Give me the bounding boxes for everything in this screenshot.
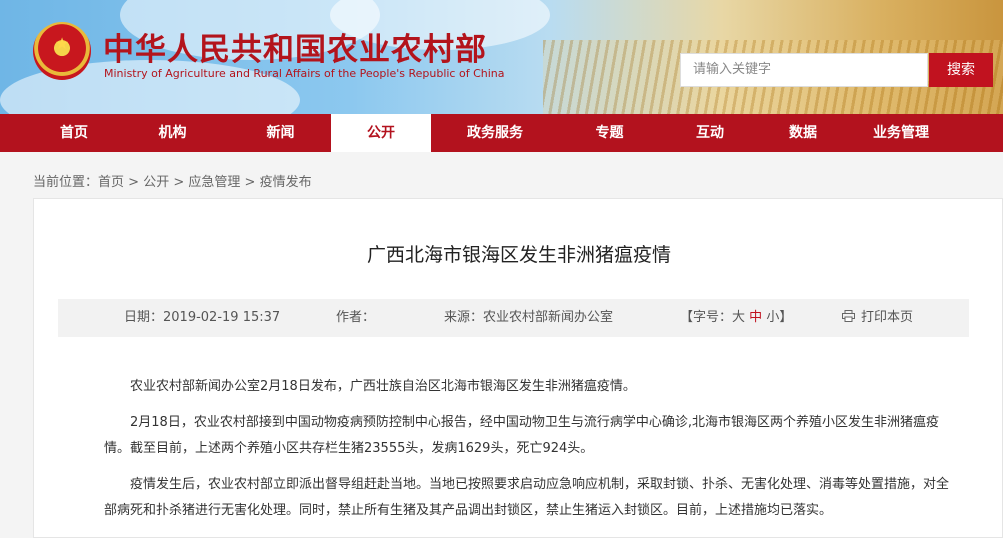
date-label: 日期： bbox=[124, 310, 164, 325]
meta-source: 来源：农业农村部新闻办公室 bbox=[444, 299, 613, 337]
nav-item-organization[interactable]: 机构 bbox=[115, 114, 230, 152]
nav-item-interaction[interactable]: 互动 bbox=[660, 114, 760, 152]
nav-item-data[interactable]: 数据 bbox=[760, 114, 846, 152]
article-meta-bar: 日期：2019-02-19 15:37 作者： 来源：农业农村部新闻办公室 【字… bbox=[58, 299, 969, 337]
breadcrumb: 当前位置：首页 > 公开 > 应急管理 > 疫情发布 bbox=[33, 171, 312, 190]
font-size-small[interactable]: 小 bbox=[766, 310, 779, 325]
breadcrumb-link-emergency[interactable]: 应急管理 bbox=[188, 175, 240, 190]
breadcrumb-separator: > bbox=[240, 175, 260, 190]
print-label: 打印本页 bbox=[861, 310, 914, 325]
site-header: ★ 中华人民共和国农业农村部 Ministry of Agriculture a… bbox=[0, 0, 1003, 114]
font-size-medium[interactable]: 中 bbox=[749, 310, 762, 325]
print-page-link[interactable]: 打印本页 bbox=[842, 299, 913, 337]
article-paragraph: 疫情发生后，农业农村部立即派出督导组赶赴当地。当地已按照要求启动应急响应机制，采… bbox=[104, 477, 950, 518]
main-nav: 首页 机构 新闻 公开 政务服务 专题 互动 数据 业务管理 bbox=[0, 114, 1003, 152]
meta-date: 日期：2019-02-19 15:37 bbox=[124, 299, 280, 337]
date-value: 2019-02-19 15:37 bbox=[163, 310, 281, 325]
nav-item-business-management[interactable]: 业务管理 bbox=[846, 114, 956, 152]
national-emblem-icon: ★ bbox=[33, 22, 91, 80]
article-panel: 广西北海市银海区发生非洲猪瘟疫情 日期：2019-02-19 15:37 作者：… bbox=[33, 198, 1003, 538]
search-input[interactable]: 请输入关键字 bbox=[680, 53, 928, 87]
font-size-close: 】 bbox=[779, 310, 793, 325]
breadcrumb-link-public[interactable]: 公开 bbox=[143, 175, 169, 190]
site-subtitle: Ministry of Agriculture and Rural Affair… bbox=[104, 67, 505, 80]
font-size-label: 【字号： bbox=[680, 310, 733, 325]
breadcrumb-link-epidemic[interactable]: 疫情发布 bbox=[260, 175, 312, 190]
site-title[interactable]: 中华人民共和国农业农村部 bbox=[103, 24, 487, 69]
article-paragraph: 2月18日，农业农村部接到中国动物疫病预防控制中心报告，经中国动物卫生与流行病学… bbox=[104, 415, 939, 456]
meta-author: 作者： bbox=[336, 299, 375, 337]
source-label: 来源： bbox=[444, 310, 484, 325]
breadcrumb-separator: > bbox=[124, 175, 144, 190]
author-label: 作者： bbox=[336, 310, 376, 325]
nav-item-government-services[interactable]: 政务服务 bbox=[431, 114, 559, 152]
source-value: 农业农村部新闻办公室 bbox=[483, 310, 614, 325]
article-title: 广西北海市银海区发生非洲猪瘟疫情 bbox=[366, 244, 671, 266]
breadcrumb-separator: > bbox=[169, 175, 189, 190]
font-size-control: 【字号：大 中 小】 bbox=[680, 299, 792, 337]
nav-item-public[interactable]: 公开 bbox=[331, 114, 431, 152]
nav-item-news[interactable]: 新闻 bbox=[230, 114, 331, 152]
printer-icon bbox=[842, 310, 855, 322]
font-size-large[interactable]: 大 bbox=[732, 310, 745, 325]
article-paragraph: 农业农村部新闻办公室2月18日发布，广西壮族自治区北海市银海区发生非洲猪瘟疫情。 bbox=[130, 379, 636, 394]
breadcrumb-link-home[interactable]: 首页 bbox=[98, 175, 124, 190]
search-button[interactable]: 搜索 bbox=[929, 53, 993, 87]
breadcrumb-prefix: 当前位置： bbox=[33, 175, 99, 190]
nav-item-topics[interactable]: 专题 bbox=[559, 114, 660, 152]
nav-item-home[interactable]: 首页 bbox=[33, 114, 115, 152]
